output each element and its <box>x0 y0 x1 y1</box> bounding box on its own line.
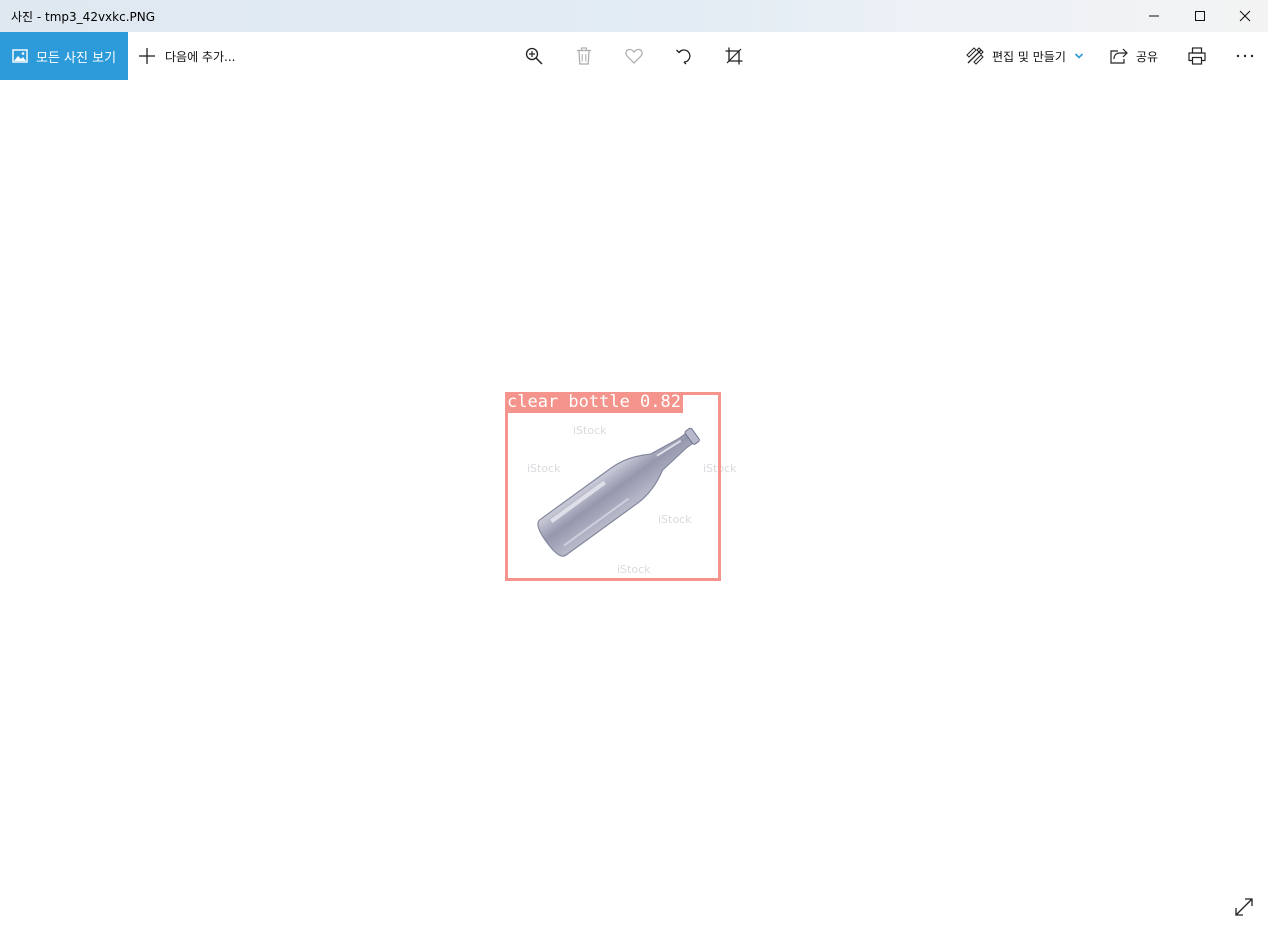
detection-box <box>505 392 721 581</box>
detection-label: clear bottle 0.82 <box>505 392 683 413</box>
print-button[interactable] <box>1177 32 1217 80</box>
crop-button[interactable] <box>714 32 754 80</box>
more-button[interactable] <box>1225 32 1265 80</box>
add-to-label: 다음에 추가... <box>165 49 236 64</box>
zoom-in-icon <box>525 47 543 65</box>
title-bar: 사진 - tmp3_42vxkc.PNG <box>0 0 1268 32</box>
close-button[interactable] <box>1222 0 1268 32</box>
trash-icon <box>577 47 591 65</box>
maximize-button[interactable] <box>1177 0 1223 32</box>
delete-button[interactable] <box>564 32 604 80</box>
heart-icon <box>625 48 643 64</box>
rotate-icon <box>676 49 691 65</box>
more-icon <box>1236 54 1254 58</box>
minimize-icon <box>1149 15 1159 17</box>
edit-create-label: 편집 및 만들기 <box>992 49 1066 64</box>
add-to-button[interactable]: 다음에 추가... <box>138 32 235 80</box>
minimize-button[interactable] <box>1131 0 1177 32</box>
print-icon <box>1188 47 1206 65</box>
window-title: 사진 - tmp3_42vxkc.PNG <box>11 10 156 24</box>
close-icon <box>1239 10 1251 22</box>
fullscreen-button[interactable] <box>1232 895 1256 919</box>
image-viewer[interactable]: iStock iStock iStock iStock iStock iStoc… <box>0 80 1268 931</box>
edit-create-button[interactable]: 편집 및 만들기 <box>966 32 1084 80</box>
zoom-button[interactable] <box>514 32 554 80</box>
favorite-button[interactable] <box>614 32 654 80</box>
toolbar: 모든 사진 보기 다음에 추가... 편집 및 만들기 공유 <box>0 32 1268 80</box>
photo: iStock iStock iStock iStock iStock iStoc… <box>505 392 763 584</box>
maximize-icon <box>1195 11 1205 21</box>
share-button[interactable]: 공유 <box>1110 32 1158 80</box>
crop-icon <box>725 47 743 65</box>
share-label: 공유 <box>1136 49 1159 64</box>
all-photos-label: 모든 사진 보기 <box>36 50 117 66</box>
share-icon <box>1110 48 1128 64</box>
edit-icon <box>966 47 984 65</box>
all-photos-button[interactable]: 모든 사진 보기 <box>0 32 128 80</box>
expand-icon <box>1235 898 1253 916</box>
rotate-button[interactable] <box>664 32 704 80</box>
chevron-down-icon <box>1074 53 1083 59</box>
photo-icon <box>12 49 28 63</box>
plus-icon <box>139 48 155 64</box>
